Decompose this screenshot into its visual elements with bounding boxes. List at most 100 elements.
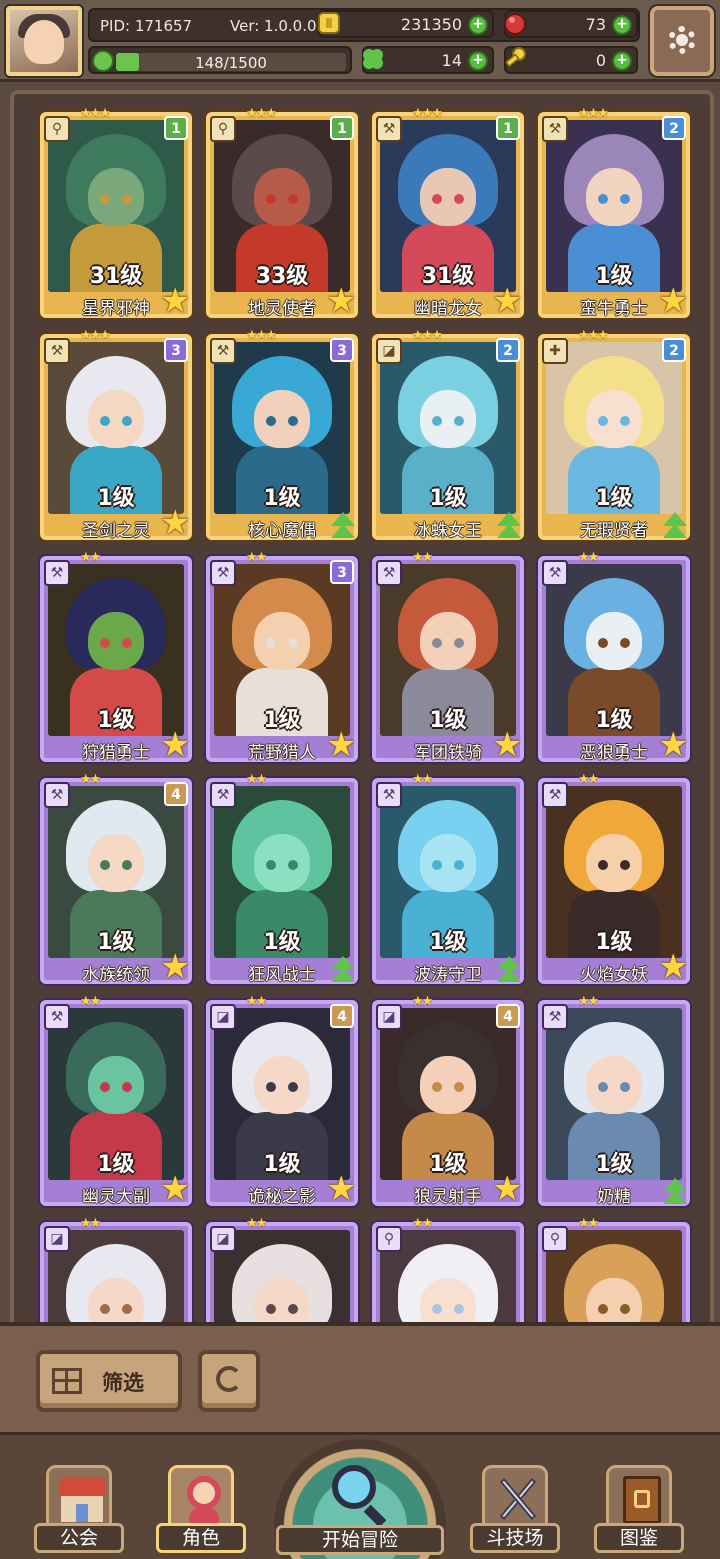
rarity-stars: ★★ bbox=[578, 1216, 599, 1231]
gold-counter: 231350 + bbox=[318, 10, 494, 38]
clover-amount: 14 bbox=[441, 51, 462, 70]
filter-label: 筛选 bbox=[102, 1371, 144, 1395]
star-upgrade-icon: ★ bbox=[492, 281, 523, 321]
hero-card[interactable]: ★★ ⚒ 3 1级 荒野猎人 ★ bbox=[206, 550, 358, 763]
add-gold-button[interactable]: + bbox=[468, 15, 488, 35]
start-adventure-button[interactable]: 开始冒险 bbox=[274, 1439, 446, 1559]
tier-badge: 1 bbox=[496, 116, 520, 140]
star-upgrade-icon: ★ bbox=[492, 1169, 523, 1209]
weapon-type-icon: ⚒ bbox=[44, 782, 70, 808]
magnifier-icon bbox=[332, 1465, 376, 1509]
nav-arena[interactable]: 斗技场 bbox=[470, 1465, 560, 1557]
weapon-type-icon: ⚒ bbox=[210, 782, 236, 808]
hero-card[interactable]: ★★★ ⚲ 1 31级 星界邪神 ★ bbox=[40, 106, 192, 321]
hero-card[interactable]: ★★ ⚲ bbox=[372, 1216, 524, 1326]
tier-badge: 2 bbox=[662, 116, 686, 140]
hero-card[interactable]: ★★ ⚒ 1级 幽灵大副 ★ bbox=[40, 994, 192, 1209]
weapon-type-icon: ⚲ bbox=[44, 116, 70, 142]
tier-badge: 4 bbox=[330, 1004, 354, 1028]
hero-card[interactable]: ★★ ⚒ 1级 波涛守卫 bbox=[372, 772, 524, 986]
hero-card[interactable]: ★★★ ⚒ 1 31级 幽暗龙女 ★ bbox=[372, 106, 524, 321]
weapon-type-icon: ⚲ bbox=[210, 116, 236, 142]
gold-coin-icon bbox=[316, 10, 342, 36]
hero-card[interactable]: ★★ ⚲ bbox=[538, 1216, 690, 1326]
hero-card[interactable]: ★★ ◪ 4 1级 狼灵射手 ★ bbox=[372, 994, 524, 1209]
roster-toolbar: 筛选 bbox=[0, 1322, 720, 1432]
xp-track: 148/1500 bbox=[116, 53, 346, 72]
weapon-type-icon: ⚒ bbox=[376, 782, 402, 808]
refresh-icon bbox=[216, 1366, 242, 1392]
nav-character-label: 角色 bbox=[156, 1523, 246, 1553]
hero-card[interactable]: ★★ ⚒ 1级 火焰女妖 ★ bbox=[538, 772, 690, 985]
hero-card[interactable]: ★★★ ◪ 2 1级 冰蛛女王 bbox=[372, 328, 524, 541]
add-gem-button[interactable]: + bbox=[612, 15, 632, 35]
rarity-stars: ★★ bbox=[80, 772, 101, 787]
hero-card[interactable]: ★★★ ⚲ 1 33级 地灵使者 ★ bbox=[206, 106, 358, 321]
weapon-type-icon: ⚒ bbox=[44, 338, 70, 364]
player-avatar[interactable] bbox=[6, 6, 82, 76]
hero-card[interactable]: ★★ ⚒ 1级 军团铁骑 ★ bbox=[372, 550, 524, 765]
red-gem-icon bbox=[502, 10, 528, 36]
rarity-stars: ★★ bbox=[80, 550, 101, 565]
key-icon bbox=[502, 46, 528, 72]
hero-card[interactable]: ★★★ ⚒ 3 1级 核心魔偶 bbox=[206, 328, 358, 542]
key-amount: 0 bbox=[595, 51, 606, 70]
level-up-arrow-icon bbox=[328, 508, 358, 542]
star-upgrade-icon: ★ bbox=[160, 281, 191, 321]
gold-amount: 231350 bbox=[400, 15, 462, 34]
rarity-stars: ★★ bbox=[412, 772, 433, 787]
weapon-type-icon: ⚒ bbox=[542, 782, 568, 808]
hero-card[interactable]: ★★ ⚒ 1级 狩猎勇士 ★ bbox=[40, 550, 192, 763]
add-clover-button[interactable]: + bbox=[468, 51, 488, 71]
weapon-type-icon: ⚒ bbox=[44, 560, 70, 586]
star-upgrade-icon: ★ bbox=[658, 281, 689, 321]
nav-codex[interactable]: 图鉴 bbox=[594, 1465, 684, 1557]
nav-character[interactable]: 角色 bbox=[156, 1465, 246, 1557]
star-upgrade-icon: ★ bbox=[160, 1169, 191, 1209]
rarity-stars: ★★ bbox=[246, 994, 267, 1009]
rarity-stars: ★★★ bbox=[412, 328, 443, 343]
hero-card[interactable]: ★★ ⚒ 1级 恶狼勇士 ★ bbox=[538, 550, 690, 763]
rarity-stars: ★★ bbox=[80, 994, 101, 1009]
level-up-arrow-icon bbox=[494, 952, 524, 986]
gear-center-icon bbox=[676, 34, 688, 46]
tier-badge: 4 bbox=[496, 1004, 520, 1028]
xp-clover-icon bbox=[92, 50, 114, 72]
level-up-arrow-icon bbox=[328, 952, 358, 986]
hero-card[interactable]: ★★ ◪ bbox=[40, 1216, 192, 1326]
hero-card[interactable]: ★★ ⚒ 4 1级 水族统领 ★ bbox=[40, 772, 192, 985]
star-upgrade-icon: ★ bbox=[326, 281, 357, 321]
hero-card[interactable]: ★★★ ⚒ 3 1级 圣剑之灵 ★ bbox=[40, 328, 192, 541]
tier-badge: 4 bbox=[164, 782, 188, 806]
hero-card[interactable]: ★★ ◪ 4 1级 诡秘之影 ★ bbox=[206, 994, 358, 1207]
hero-card[interactable]: ★★★ ✚ 2 1级 无瑕贤者 bbox=[538, 328, 690, 541]
hero-card[interactable]: ★★ ⚒ 1级 狂风战士 bbox=[206, 772, 358, 986]
settings-button[interactable] bbox=[650, 6, 714, 76]
weapon-type-icon: ⚒ bbox=[542, 116, 568, 142]
level-up-arrow-icon bbox=[660, 1174, 690, 1208]
weapon-type-icon: ◪ bbox=[44, 1226, 70, 1252]
rarity-stars: ★★★ bbox=[246, 328, 277, 343]
weapon-type-icon: ◪ bbox=[376, 338, 402, 364]
guild-icon bbox=[46, 1465, 112, 1529]
weapon-type-icon: ⚒ bbox=[542, 560, 568, 586]
hero-card[interactable]: ★★★ ⚒ 2 1级 蛮牛勇士 ★ bbox=[538, 106, 690, 321]
version-label: Ver: 1.0.0.0 bbox=[230, 17, 317, 35]
hero-roster[interactable]: ★★★ ⚲ 1 31级 星界邪神 ★ ★★★ ⚲ 1 33级 地灵使者 ★ ★★… bbox=[10, 90, 714, 1330]
add-key-button[interactable]: + bbox=[612, 51, 632, 71]
tier-badge: 3 bbox=[164, 338, 188, 362]
tier-badge: 1 bbox=[330, 116, 354, 140]
refresh-button[interactable] bbox=[198, 1350, 260, 1412]
filter-button[interactable]: 筛选 bbox=[36, 1350, 182, 1412]
weapon-type-icon: ⚲ bbox=[376, 1226, 402, 1252]
rarity-stars: ★★ bbox=[412, 1216, 433, 1231]
rarity-stars: ★★★ bbox=[412, 106, 443, 121]
player-id: PID: 171657 bbox=[100, 17, 193, 35]
star-upgrade-icon: ★ bbox=[492, 725, 523, 765]
start-adventure-label: 开始冒险 bbox=[276, 1525, 444, 1555]
rarity-stars: ★★ bbox=[578, 772, 599, 787]
hero-card[interactable]: ★★ ◪ bbox=[206, 1216, 358, 1326]
nav-guild[interactable]: 公会 bbox=[34, 1465, 124, 1557]
hero-card[interactable]: ★★ ⚒ 1级 奶糖 bbox=[538, 994, 690, 1208]
experience-bar: 148/1500 bbox=[88, 46, 352, 74]
